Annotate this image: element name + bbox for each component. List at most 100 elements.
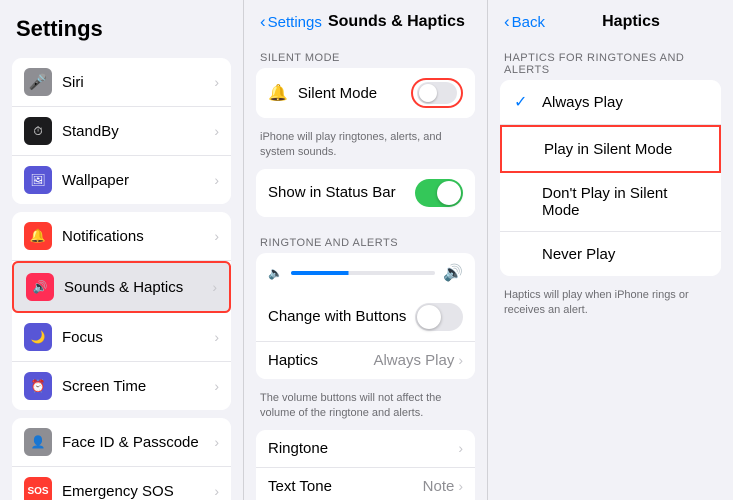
wallpaper-icon: 🖼 <box>24 166 52 194</box>
sos-chevron: › <box>214 483 219 499</box>
settings-row-siri[interactable]: 🎤 Siri › <box>12 58 231 107</box>
settings-title: Settings <box>0 0 243 50</box>
siri-icon: 🎤 <box>24 68 52 96</box>
wallpaper-label: Wallpaper <box>62 172 214 189</box>
settings-row-notifications[interactable]: 🔔 Notifications › <box>12 212 231 261</box>
volume-slider[interactable] <box>291 271 435 275</box>
settings-row-faceid[interactable]: 👤 Face ID & Passcode › <box>12 418 231 467</box>
status-bar-toggle[interactable] <box>415 179 463 207</box>
faceid-chevron: › <box>214 434 219 450</box>
ringtone-chevron: › <box>458 440 463 456</box>
change-buttons-row[interactable]: Change with Buttons <box>256 293 475 342</box>
back-chevron-icon: ‹ <box>260 12 266 32</box>
haptics-nav: ‹ Back Haptics <box>488 0 733 40</box>
faceid-icon: 👤 <box>24 428 52 456</box>
standby-label: StandBy <box>62 123 214 140</box>
ringtone-section-label: RINGTONE AND ALERTS <box>244 225 487 253</box>
settings-panel: Settings 🎤 Siri › ⏱ StandBy › 🖼 Wallpape… <box>0 0 244 500</box>
screentime-chevron: › <box>214 378 219 394</box>
screentime-icon: ⏰ <box>24 372 52 400</box>
haptics-panel: ‹ Back Haptics HAPTICS FOR RINGTONES AND… <box>488 0 733 500</box>
silent-mode-label: Silent Mode <box>298 85 411 102</box>
status-bar-row[interactable]: Show in Status Bar <box>256 169 475 217</box>
haptics-row[interactable]: Haptics Always Play › <box>256 342 475 379</box>
silent-mode-note: iPhone will play ringtones, alerts, and … <box>244 126 487 169</box>
siri-label: Siri <box>62 74 214 91</box>
haptics-never-play-row[interactable]: ✓ Never Play <box>500 232 721 276</box>
faceid-label: Face ID & Passcode <box>62 434 214 451</box>
notifications-icon: 🔔 <box>24 222 52 250</box>
silent-mode-row[interactable]: 🔔 Silent Mode <box>256 68 475 118</box>
ringtone-row[interactable]: Ringtone › <box>256 430 475 468</box>
silent-mode-toggle[interactable] <box>411 78 463 108</box>
play-silent-check: ✓ <box>516 139 536 159</box>
change-buttons-note: The volume buttons will not affect the v… <box>244 387 487 430</box>
sounds-back-button[interactable]: ‹ Settings <box>260 12 322 32</box>
sounds-chevron: › <box>212 279 217 295</box>
standby-chevron: › <box>214 123 219 139</box>
bell-icon: 🔔 <box>268 83 288 103</box>
notifications-label: Notifications <box>62 228 214 245</box>
focus-chevron: › <box>214 329 219 345</box>
haptics-options-section: ✓ Always Play ✓ Play in Silent Mode ✓ Do… <box>500 80 721 276</box>
status-bar-label: Show in Status Bar <box>268 184 415 201</box>
wallpaper-chevron: › <box>214 172 219 188</box>
back-label: Settings <box>268 14 322 31</box>
haptics-back-button[interactable]: ‹ Back <box>504 12 545 32</box>
texttone-row[interactable]: Text Tone Note › <box>256 468 475 500</box>
silent-mode-section: 🔔 Silent Mode <box>256 68 475 118</box>
sounds-title: Sounds & Haptics <box>322 13 471 31</box>
tones-section: Ringtone › Text Tone Note › New Mail Non… <box>256 430 475 500</box>
settings-row-focus[interactable]: 🌙 Focus › <box>12 313 231 362</box>
settings-row-screentime[interactable]: ⏰ Screen Time › <box>12 362 231 410</box>
status-bar-section: Show in Status Bar <box>256 169 475 217</box>
haptics-value: Always Play <box>373 352 454 369</box>
notifications-chevron: › <box>214 228 219 244</box>
no-silent-check: ✓ <box>514 192 534 212</box>
settings-row-sounds[interactable]: 🔊 Sounds & Haptics › <box>12 261 231 313</box>
settings-section-2: 🔔 Notifications › 🔊 Sounds & Haptics › 🌙… <box>12 212 231 410</box>
never-play-check: ✓ <box>514 244 534 264</box>
screentime-label: Screen Time <box>62 378 214 395</box>
sounds-icon: 🔊 <box>26 273 54 301</box>
silent-mode-section-label: SILENT MODE <box>244 40 487 68</box>
sos-label: Emergency SOS <box>62 483 214 500</box>
sounds-label: Sounds & Haptics <box>64 279 212 296</box>
haptics-label: Haptics <box>268 352 373 369</box>
haptics-always-play-row[interactable]: ✓ Always Play <box>500 80 721 125</box>
haptics-section-label: HAPTICS FOR RINGTONES AND ALERTS <box>488 40 733 80</box>
haptics-play-silent-row[interactable]: ✓ Play in Silent Mode <box>500 125 721 173</box>
sounds-panel: ‹ Settings Sounds & Haptics SILENT MODE … <box>244 0 488 500</box>
sos-icon: SOS <box>24 477 52 500</box>
sounds-content: SILENT MODE 🔔 Silent Mode iPhone will pl… <box>244 40 487 500</box>
settings-section-1: 🎤 Siri › ⏱ StandBy › 🖼 Wallpaper › <box>12 58 231 204</box>
change-buttons-toggle[interactable] <box>415 303 463 331</box>
haptics-no-silent-row[interactable]: ✓ Don't Play in Silent Mode <box>500 173 721 232</box>
focus-label: Focus <box>62 329 214 346</box>
never-play-label: Never Play <box>542 246 707 263</box>
always-play-check: ✓ <box>514 92 534 112</box>
ringtone-section: 🔈 🔊 Change with Buttons Haptics Always P… <box>256 253 475 379</box>
haptics-note: Haptics will play when iPhone rings or r… <box>488 284 733 327</box>
sounds-nav: ‹ Settings Sounds & Haptics <box>244 0 487 40</box>
change-buttons-label: Change with Buttons <box>268 308 415 325</box>
standby-icon: ⏱ <box>24 117 52 145</box>
haptics-title: Haptics <box>545 13 717 31</box>
settings-list: 🎤 Siri › ⏱ StandBy › 🖼 Wallpaper › 🔔 Not… <box>0 50 243 500</box>
texttone-chevron: › <box>458 478 463 494</box>
no-silent-label: Don't Play in Silent Mode <box>542 185 707 219</box>
always-play-label: Always Play <box>542 94 707 111</box>
focus-icon: 🌙 <box>24 323 52 351</box>
play-silent-label: Play in Silent Mode <box>544 141 705 158</box>
haptics-back-chevron-icon: ‹ <box>504 12 510 32</box>
settings-row-sos[interactable]: SOS Emergency SOS › <box>12 467 231 500</box>
haptics-chevron: › <box>458 352 463 368</box>
texttone-label: Text Tone <box>268 478 423 495</box>
siri-chevron: › <box>214 74 219 90</box>
haptics-back-label: Back <box>512 14 545 31</box>
settings-row-standby[interactable]: ⏱ StandBy › <box>12 107 231 156</box>
settings-row-wallpaper[interactable]: 🖼 Wallpaper › <box>12 156 231 204</box>
volume-slider-row[interactable]: 🔈 🔊 <box>256 253 475 293</box>
haptics-content: HAPTICS FOR RINGTONES AND ALERTS ✓ Alway… <box>488 40 733 500</box>
settings-section-3: 👤 Face ID & Passcode › SOS Emergency SOS… <box>12 418 231 500</box>
